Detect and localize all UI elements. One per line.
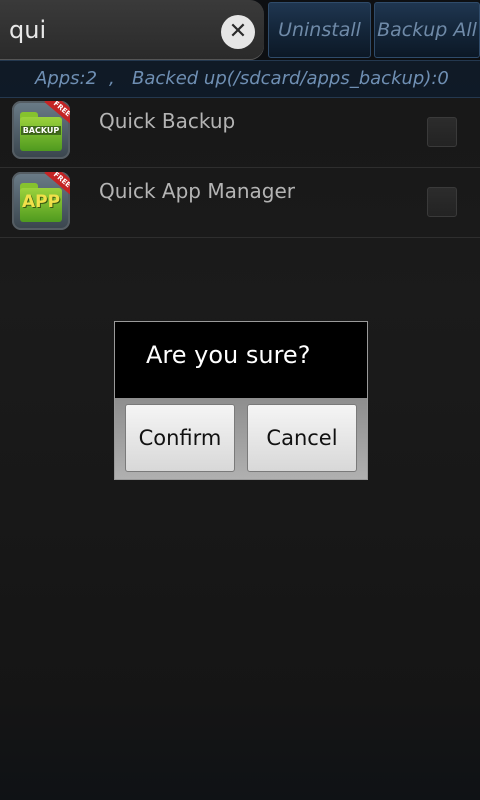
app-checkbox[interactable] [427,117,457,147]
status-separator: , [109,68,115,89]
app-screen: qui ✕ Uninstall Backup All Apps:2 , Back… [0,0,480,800]
search-input-value: qui [9,16,47,44]
list-item[interactable]: BACKUP FREE Quick Backup [0,98,480,168]
status-bar: Apps:2 , Backed up(/sdcard/apps_backup):… [0,60,480,98]
dialog-message: Are you sure? [146,341,311,369]
app-name: Quick App Manager [99,179,296,203]
backed-up-status: Backed up(/sdcard/apps_backup):0 [132,68,449,89]
apps-count: Apps:2 [35,68,98,89]
quick-app-manager-app-icon: APP FREE [12,172,70,230]
list-item[interactable]: APP FREE Quick App Manager [0,168,480,238]
uninstall-button[interactable]: Uninstall [268,2,371,58]
dialog-body: Are you sure? [115,322,367,398]
cancel-button[interactable]: Cancel [247,404,357,472]
confirm-dialog: Are you sure? Confirm Cancel [114,321,368,480]
top-toolbar: qui ✕ Uninstall Backup All [0,0,480,60]
quick-backup-app-icon: BACKUP FREE [12,101,70,159]
dialog-button-bar: Confirm Cancel [115,398,367,479]
app-checkbox[interactable] [427,187,457,217]
backup-all-button[interactable]: Backup All [374,2,480,58]
confirm-button[interactable]: Confirm [125,404,235,472]
search-input[interactable]: qui ✕ [0,0,264,60]
app-icon-text: APP [21,192,61,212]
close-icon[interactable]: ✕ [221,15,255,49]
app-name: Quick Backup [99,109,236,133]
app-icon-text: BACKUP [21,126,61,135]
